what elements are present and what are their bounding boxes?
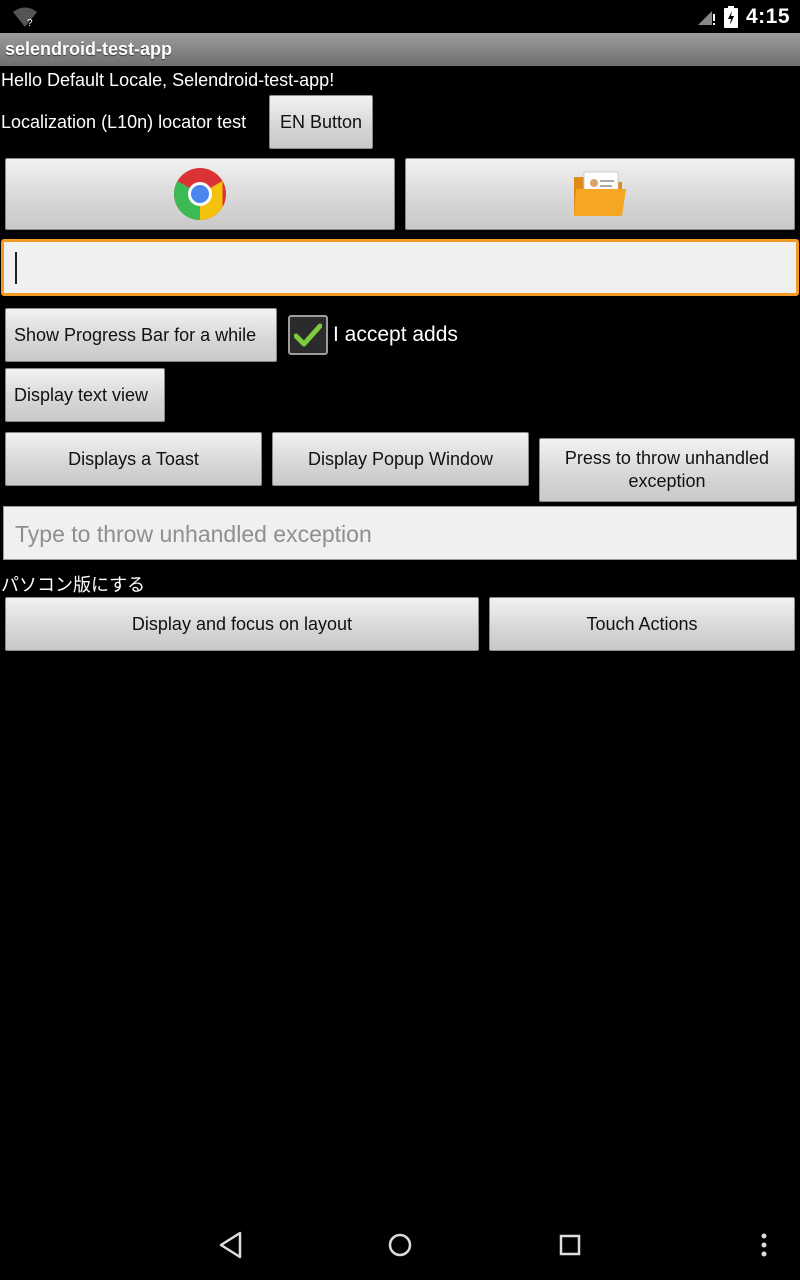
- contacts-folder-icon: [574, 171, 626, 216]
- throw-exception-button[interactable]: Press to throw unhandled exception: [539, 438, 795, 502]
- show-progress-bar-button[interactable]: Show Progress Bar for a while: [5, 308, 277, 362]
- back-icon[interactable]: [217, 1230, 245, 1260]
- exception-field-placeholder: Type to throw unhandled exception: [15, 521, 372, 547]
- contacts-button[interactable]: [405, 158, 795, 230]
- en-button[interactable]: EN Button: [269, 95, 373, 149]
- clock-time: 4:15: [745, 4, 790, 28]
- display-popup-window-button[interactable]: Display Popup Window: [272, 432, 529, 486]
- home-icon[interactable]: [386, 1230, 414, 1260]
- touch-actions-button[interactable]: Touch Actions: [489, 597, 795, 651]
- display-text-view-button[interactable]: Display text view: [5, 368, 165, 422]
- battery-charging-icon: [723, 5, 738, 28]
- overflow-menu-icon[interactable]: [757, 1230, 771, 1260]
- displays-toast-button[interactable]: Displays a Toast: [5, 432, 262, 486]
- wifi-icon: ?: [13, 7, 37, 28]
- status-bar: ? 4:15: [0, 0, 800, 33]
- display-focus-layout-button[interactable]: Display and focus on layout: [5, 597, 479, 651]
- signal-icon: [697, 10, 715, 25]
- action-bar: selendroid-test-app: [0, 33, 800, 66]
- checkmark-icon: [294, 323, 322, 347]
- hello-text: Hello Default Locale, Selendroid-test-ap…: [1, 70, 335, 90]
- accept-adds-label: I accept adds: [333, 323, 458, 346]
- navigation-bar: [0, 1216, 800, 1280]
- accept-adds-checkbox[interactable]: [288, 315, 328, 355]
- chrome-icon: [174, 168, 226, 220]
- recents-icon[interactable]: [557, 1230, 585, 1260]
- my-text-field[interactable]: [1, 239, 799, 296]
- chrome-button[interactable]: [5, 158, 395, 230]
- text-caret: [15, 252, 17, 284]
- svg-text:?: ?: [27, 18, 33, 28]
- exception-text-field[interactable]: Type to throw unhandled exception: [3, 506, 797, 560]
- localization-label: Localization (L10n) locator test: [1, 112, 247, 132]
- app-title: selendroid-test-app: [5, 39, 173, 59]
- japanese-text: パソコン版にする: [1, 575, 146, 595]
